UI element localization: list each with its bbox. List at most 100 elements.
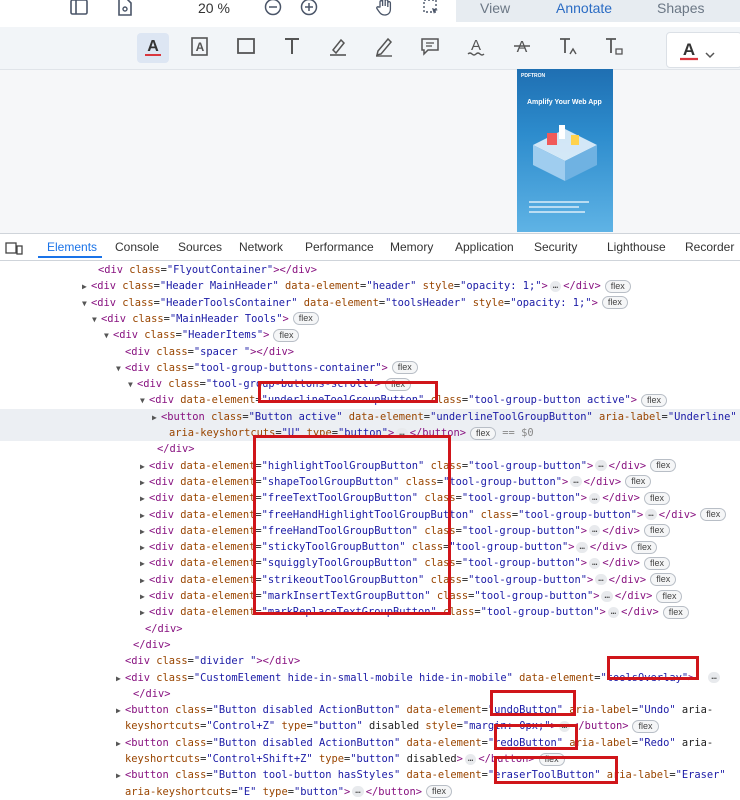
ellipsis-button[interactable]: … bbox=[588, 557, 601, 569]
tab-view[interactable]: View bbox=[480, 0, 510, 18]
expand-arrow-icon[interactable]: ▶ bbox=[140, 556, 149, 572]
expand-arrow-icon[interactable]: ▼ bbox=[116, 361, 125, 377]
dom-node-line[interactable]: keyshortcuts="Control+Z" type="button" d… bbox=[0, 718, 740, 734]
ellipsis-button[interactable]: … bbox=[595, 574, 607, 586]
strikeout-tool-button[interactable]: A bbox=[506, 33, 538, 63]
free-text-tool-button[interactable] bbox=[276, 33, 308, 63]
flex-badge[interactable]: flex bbox=[632, 719, 659, 733]
flex-badge[interactable]: flex bbox=[643, 556, 670, 570]
devtools-tab-security[interactable]: Security bbox=[534, 240, 577, 254]
expand-arrow-icon[interactable]: ▶ bbox=[140, 459, 149, 475]
expand-arrow-icon[interactable]: ▶ bbox=[82, 279, 91, 295]
expand-arrow-icon[interactable]: ▼ bbox=[82, 296, 91, 312]
dom-node-line[interactable]: </div> bbox=[0, 686, 740, 702]
devtools-tab-network[interactable]: Network bbox=[239, 240, 283, 254]
expand-arrow-icon[interactable]: ▼ bbox=[140, 393, 149, 409]
flex-badge[interactable]: flex bbox=[650, 573, 677, 587]
flex-badge[interactable]: flex bbox=[643, 524, 670, 538]
dom-node-line[interactable]: <div class="spacer "></div> bbox=[0, 344, 740, 360]
dom-node-line[interactable]: ▶ <button class="Button active" data-elem… bbox=[0, 408, 740, 426]
dom-node-line[interactable]: ▼ <div class="HeaderToolsContainer" data-… bbox=[0, 295, 740, 311]
dom-node-line[interactable]: ▶ <button class="Button disabled ActionBu… bbox=[0, 702, 740, 718]
zoom-value[interactable]: 20 % bbox=[198, 0, 230, 18]
underline-tool-button[interactable]: A bbox=[137, 33, 169, 63]
ellipsis-button[interactable]: … bbox=[464, 753, 477, 765]
select-tool-button[interactable] bbox=[420, 0, 442, 18]
devtools-tab-recorder[interactable]: Recorder bbox=[685, 240, 734, 254]
dom-node-line[interactable]: ▼ <div class="MainHeader Tools"> flex bbox=[0, 311, 740, 327]
devtools-tab-sources[interactable]: Sources bbox=[178, 240, 222, 254]
ellipsis-button[interactable]: … bbox=[576, 541, 588, 553]
expand-arrow-icon[interactable]: ▶ bbox=[140, 605, 149, 621]
dom-node-line[interactable]: aria-keyshortcuts="E" type="button">… </b… bbox=[0, 784, 740, 800]
flex-badge[interactable]: flex bbox=[631, 540, 658, 554]
tab-annotate[interactable]: Annotate bbox=[556, 0, 612, 18]
flex-badge[interactable]: flex bbox=[625, 475, 652, 489]
expand-arrow-icon[interactable]: ▶ bbox=[140, 589, 149, 605]
ellipsis-button[interactable]: … bbox=[595, 460, 607, 472]
flex-badge[interactable]: flex bbox=[470, 426, 497, 440]
ellipsis-button[interactable]: … bbox=[645, 509, 657, 520]
flex-badge[interactable]: flex bbox=[601, 296, 628, 310]
ellipsis-button[interactable]: … bbox=[549, 280, 562, 292]
flex-badge[interactable]: flex bbox=[426, 785, 453, 799]
ellipsis-button[interactable]: … bbox=[607, 606, 620, 618]
pan-tool-button[interactable] bbox=[374, 0, 396, 18]
flex-badge[interactable]: flex bbox=[273, 328, 300, 342]
flex-badge[interactable]: flex bbox=[662, 605, 689, 619]
dom-node-line[interactable]: <div class="FlyoutContainer"></div> bbox=[0, 262, 740, 278]
tab-shapes[interactable]: Shapes bbox=[657, 0, 704, 18]
flex-badge[interactable]: flex bbox=[700, 508, 727, 521]
sticky-note-tool-button[interactable] bbox=[414, 33, 446, 63]
expand-arrow-icon[interactable]: ▶ bbox=[116, 736, 125, 752]
flex-badge[interactable]: flex bbox=[604, 279, 631, 293]
dom-node-line[interactable]: ▶ <button class="Button disabled ActionBu… bbox=[0, 735, 740, 751]
squiggly-tool-button[interactable]: A bbox=[460, 33, 492, 63]
dom-node-line[interactable]: ▼ <div class="tool-group-buttons-containe… bbox=[0, 360, 740, 376]
tool-style-button[interactable]: A bbox=[666, 32, 740, 68]
dom-node-line[interactable]: keyshortcuts="Control+Shift+Z" type="but… bbox=[0, 751, 740, 767]
dom-node-line[interactable]: ▶ <div class="Header MainHeader" data-ele… bbox=[0, 278, 740, 294]
mark-insert-text-tool-button[interactable] bbox=[552, 33, 584, 63]
devtools-tab-elements[interactable]: Elements bbox=[47, 240, 97, 254]
expand-arrow-icon[interactable]: ▶ bbox=[116, 671, 125, 687]
flex-badge[interactable]: flex bbox=[391, 361, 418, 375]
ellipsis-button[interactable]: … bbox=[352, 786, 364, 798]
freehand-tool-button[interactable] bbox=[368, 33, 400, 63]
zoom-out-button[interactable] bbox=[262, 0, 284, 18]
expand-arrow-icon[interactable]: ▶ bbox=[116, 703, 125, 719]
expand-arrow-icon[interactable]: ▶ bbox=[140, 573, 149, 589]
mark-replace-text-tool-button[interactable] bbox=[598, 33, 630, 63]
ellipsis-button[interactable]: … bbox=[708, 672, 720, 683]
devtools-tab-lighthouse[interactable]: Lighthouse bbox=[607, 240, 666, 254]
expand-arrow-icon[interactable]: ▶ bbox=[140, 491, 149, 507]
ellipsis-button[interactable]: … bbox=[588, 492, 601, 504]
document-page[interactable]: PDFTRON Amplify Your Web App bbox=[517, 69, 613, 232]
devtools-tab-memory[interactable]: Memory bbox=[390, 240, 433, 254]
dom-node-line[interactable]: </div> bbox=[0, 637, 740, 653]
highlight-tool-button[interactable]: A bbox=[184, 33, 216, 63]
flex-badge[interactable]: flex bbox=[292, 312, 319, 326]
freehand-highlight-tool-button[interactable] bbox=[322, 33, 354, 63]
expand-arrow-icon[interactable]: ▶ bbox=[140, 540, 149, 556]
flex-badge[interactable]: flex bbox=[641, 393, 668, 407]
device-toggle-icon[interactable] bbox=[5, 240, 23, 259]
expand-arrow-icon[interactable]: ▶ bbox=[116, 768, 125, 784]
expand-arrow-icon[interactable]: ▼ bbox=[128, 377, 137, 393]
expand-arrow-icon[interactable]: ▼ bbox=[104, 328, 113, 344]
ellipsis-button[interactable]: … bbox=[588, 525, 601, 537]
dom-node-line[interactable]: ▶ <button class="Button tool-button hasSt… bbox=[0, 767, 740, 783]
expand-arrow-icon[interactable]: ▶ bbox=[140, 475, 149, 491]
view-controls-button[interactable] bbox=[114, 0, 136, 18]
expand-arrow-icon[interactable]: ▶ bbox=[152, 410, 161, 426]
expand-arrow-icon[interactable]: ▶ bbox=[140, 508, 149, 524]
flex-badge[interactable]: flex bbox=[650, 459, 677, 473]
document-container[interactable] bbox=[0, 70, 740, 233]
dom-node-line[interactable]: </div> bbox=[0, 621, 740, 637]
zoom-in-button[interactable] bbox=[298, 0, 320, 18]
dom-node-line[interactable]: ▼ <div class="HeaderItems"> flex bbox=[0, 327, 740, 343]
ellipsis-button[interactable]: … bbox=[570, 476, 582, 488]
left-panel-toggle-button[interactable] bbox=[68, 0, 90, 18]
rectangle-tool-button[interactable] bbox=[230, 33, 262, 63]
expand-arrow-icon[interactable]: ▼ bbox=[92, 312, 101, 328]
